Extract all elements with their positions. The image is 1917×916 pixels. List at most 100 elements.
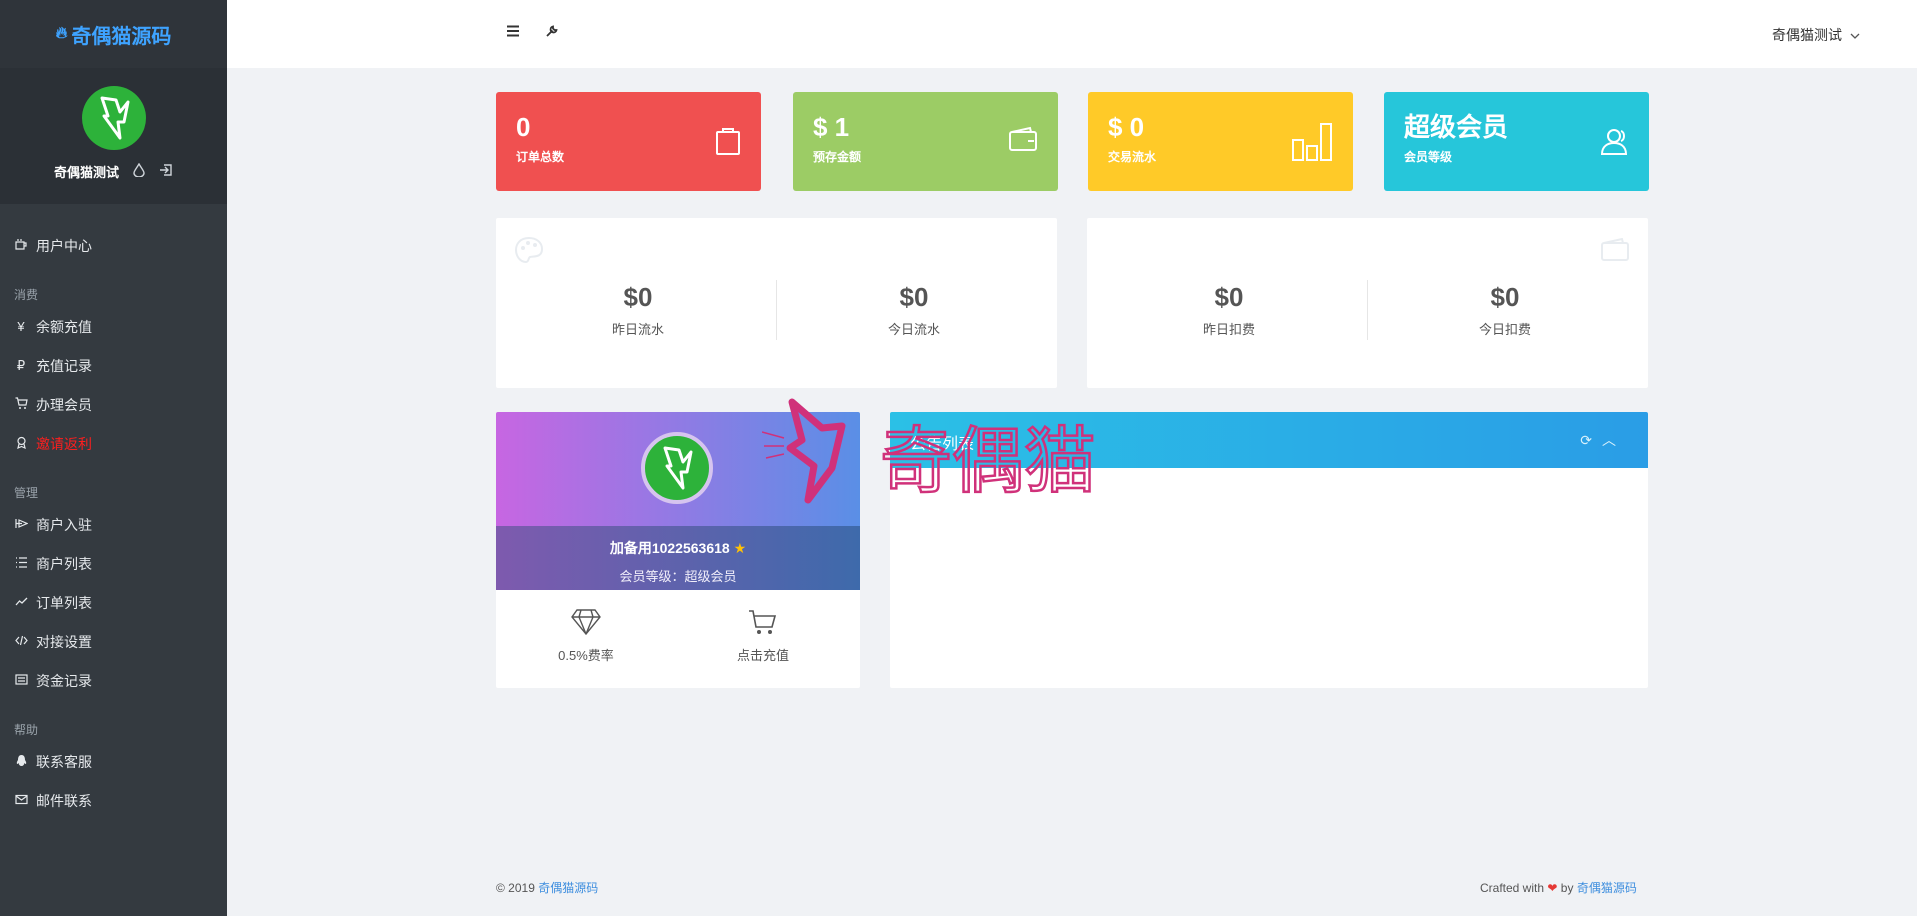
logout-icon[interactable] xyxy=(159,163,173,180)
sidebar-item-merchant-join[interactable]: 商户入驻 xyxy=(0,505,227,544)
nav-section-manage: 管理 xyxy=(14,486,39,500)
sidebar-item-label: 联系客服 xyxy=(36,753,92,770)
avatar[interactable] xyxy=(81,86,146,150)
stat-label: 订单总数 xyxy=(516,150,565,164)
recharge-label: 点击充值 xyxy=(736,648,789,663)
divider xyxy=(1367,280,1368,340)
sidebar-item-label: 余额充值 xyxy=(36,318,92,335)
droplet-icon[interactable] xyxy=(133,162,145,180)
sidebar-item-label: 资金记录 xyxy=(36,672,92,689)
yen-icon: ¥ xyxy=(17,319,25,334)
star-icon: ★ xyxy=(733,540,747,556)
sidebar-item-integration[interactable]: 对接设置 xyxy=(0,622,227,661)
sidebar-item-recharge-records[interactable]: ₽ 充值记录 xyxy=(0,346,227,385)
stat-card-turnover[interactable]: $ 0 交易流水 xyxy=(1088,92,1353,191)
member-avatar[interactable] xyxy=(641,432,713,504)
ledger-icon xyxy=(14,673,28,689)
sidebar-item-user-center[interactable]: 用户中心 xyxy=(0,226,227,265)
stat-card-orders[interactable]: 0 订单总数 xyxy=(496,92,761,191)
sidebar-item-order-list[interactable]: 订单列表 xyxy=(0,583,227,622)
sidebar-item-recharge[interactable]: ¥ 余额充值 xyxy=(0,307,227,346)
footer-link[interactable]: 奇偶猫源码 xyxy=(538,881,598,895)
wallet-icon xyxy=(1600,237,1630,267)
cup-icon xyxy=(14,238,28,254)
member-info-band: 加备用1022563618 ★ 会员等级：超级会员 xyxy=(496,526,860,590)
watermark-text: 奇偶猫 xyxy=(880,419,1096,503)
sidebar-item-invite-rebate[interactable]: 邀请返利 xyxy=(0,424,227,463)
sidebar-item-membership[interactable]: 办理会员 xyxy=(0,385,227,424)
topbar: 奇偶猫测试 xyxy=(227,0,1917,68)
stat-card-member-level[interactable]: 超级会员 会员等级 xyxy=(1384,92,1649,191)
member-level: 会员等级：超级会员 xyxy=(619,569,737,584)
footer-left: © 2019 奇偶猫源码 xyxy=(496,879,598,896)
cart-icon xyxy=(14,396,28,413)
flame-icon: 🔥︎ xyxy=(55,25,68,42)
copyright: © 2019 xyxy=(496,881,535,895)
summary-today-turnover: $0 今日流水 xyxy=(814,282,1014,338)
rate-label: 0.5%费率 xyxy=(558,648,614,663)
wrench-icon[interactable] xyxy=(545,24,559,43)
sidebar-item-label: 用户中心 xyxy=(36,237,92,254)
summary-value: $0 xyxy=(899,282,929,312)
sidebar-nav: 用户中心 消费 ¥ 余额充值 ₽ 充值记录 办理会员 邀请返利 管理 商户入驻 … xyxy=(0,204,227,820)
brand[interactable]: 🔥︎ 奇偶猫源码 xyxy=(0,0,227,68)
qq-icon xyxy=(14,754,28,770)
crafted-text: Crafted with xyxy=(1480,881,1545,895)
footer-link-author[interactable]: 奇偶猫源码 xyxy=(1577,881,1637,895)
list-icon xyxy=(14,556,28,572)
sidebar-item-label: 商户列表 xyxy=(36,555,92,572)
chevron-up-icon[interactable]: ︿ xyxy=(1602,432,1626,448)
arrow-right-icon xyxy=(14,517,28,533)
clipboard-icon xyxy=(715,126,741,161)
stat-value: 0 xyxy=(516,112,531,142)
user-menu-label: 奇偶猫测试 xyxy=(1772,27,1842,43)
sidebar-item-contact-support[interactable]: 联系客服 xyxy=(0,742,227,781)
sidebar-profile: 奇偶猫测试 xyxy=(0,68,227,204)
summary-panel-fees: $0 昨日扣费 $0 今日扣费 xyxy=(1087,218,1648,388)
diamond-icon xyxy=(571,609,601,636)
refresh-icon[interactable]: ⟳ xyxy=(1580,432,1602,448)
menu-icon[interactable] xyxy=(506,24,520,42)
sidebar-item-label: 商户入驻 xyxy=(36,516,92,533)
bar-chart-icon xyxy=(1291,120,1333,167)
stat-value: $ 1 xyxy=(813,112,850,142)
summary-value: $0 xyxy=(623,282,653,312)
profile-username[interactable]: 奇偶猫测试 xyxy=(54,162,119,181)
summary-value: $0 xyxy=(1214,282,1244,312)
wallet-icon xyxy=(1008,126,1038,157)
cart-icon xyxy=(749,610,777,634)
sidebar-item-merchant-list[interactable]: 商户列表 xyxy=(0,544,227,583)
recharge-action[interactable]: 点击充值 xyxy=(703,608,823,664)
user-menu[interactable]: 奇偶猫测试 xyxy=(1772,25,1860,45)
sidebar-item-label: 邀请返利 xyxy=(36,435,92,452)
footer-right: Crafted with ❤ by 奇偶猫源码 xyxy=(1480,879,1637,896)
chevron-down-icon xyxy=(1850,27,1860,43)
sidebar-item-label: 对接设置 xyxy=(36,633,92,650)
stat-card-deposit[interactable]: $ 1 预存金额 xyxy=(793,92,1058,191)
stat-label: 预存金额 xyxy=(813,150,862,164)
stat-value: 超级会员 xyxy=(1404,112,1509,142)
rate-action[interactable]: 0.5%费率 xyxy=(526,608,646,664)
bolt-logo-icon xyxy=(100,96,129,140)
stat-label: 会员等级 xyxy=(1404,150,1453,164)
mail-icon xyxy=(14,793,28,809)
summary-panel-turnover: $0 昨日流水 $0 今日流水 xyxy=(496,218,1057,388)
summary-label: 昨日流水 xyxy=(611,322,664,337)
summary-yesterday-turnover: $0 昨日流水 xyxy=(538,282,738,338)
nav-section-consume: 消费 xyxy=(14,288,39,302)
code-icon xyxy=(14,634,28,650)
sidebar: 🔥︎ 奇偶猫源码 奇偶猫测试 用户中心 消费 ¥ 余额充值 ₽ 充值记录 办理会… xyxy=(0,0,227,916)
sidebar-item-funds-records[interactable]: 资金记录 xyxy=(0,661,227,700)
summary-label: 昨日扣费 xyxy=(1202,322,1255,337)
sidebar-item-label: 邮件联系 xyxy=(36,792,92,809)
summary-yesterday-fee: $0 昨日扣费 xyxy=(1129,282,1329,338)
sidebar-item-label: 充值记录 xyxy=(36,357,92,374)
summary-label: 今日流水 xyxy=(887,322,940,337)
summary-today-fee: $0 今日扣费 xyxy=(1405,282,1605,338)
summary-label: 今日扣费 xyxy=(1478,322,1531,337)
divider xyxy=(776,280,777,340)
palette-icon xyxy=(514,236,544,269)
award-icon xyxy=(14,436,28,452)
brand-name: 奇偶猫源码 xyxy=(71,25,172,48)
sidebar-item-email[interactable]: 邮件联系 xyxy=(0,781,227,820)
